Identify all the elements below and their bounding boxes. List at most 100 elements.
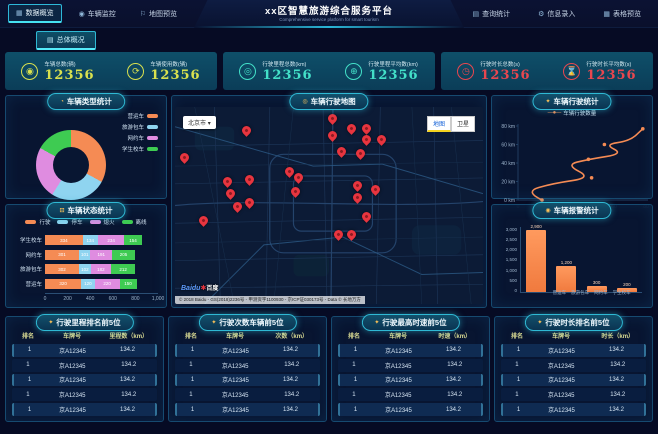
map-pin[interactable] [360, 133, 373, 147]
table-cell: 京A12345 [58, 363, 86, 370]
speed-rank-table: 排名 车牌号 时速（km） 1 京A12345 134.2 1 京A12345 134.2 1 京A… [336, 328, 485, 417]
table-cell: 1 [353, 406, 358, 413]
stat-item: ⌛ 行驶时长平均数(s) 12356 [547, 60, 653, 83]
odometer-icon: ◎ [239, 62, 257, 80]
stat-item: ◉ 车辆总数(辆) 12356 [5, 60, 111, 83]
x-tick-label: 800 [131, 296, 140, 302]
panel-vehicle-type: ◔ 车辆类型统计 营运车 旅游包车 网约车 学生校车 [5, 93, 167, 200]
map-pin[interactable] [344, 121, 358, 135]
satellite-mode-button[interactable]: 卫星 [450, 116, 475, 132]
table-row: 1 京A12345 134.2 [175, 373, 320, 387]
alarm-y-axis: 3,000 2,500 2,000 1,500 1,000 500 0 [498, 227, 520, 293]
map-pin[interactable] [335, 145, 349, 159]
nav-item-数据概览[interactable]: ▦ 数据概览 [8, 4, 62, 23]
legend-swatch [57, 220, 69, 224]
panel-title-mileage-rank: ✦ 行驶里程排名前5位 [35, 314, 134, 331]
panel-title-driving-stats: ✦ 车辆行驶统计 [532, 93, 612, 110]
bar-chart-icon: ▤ [472, 10, 480, 18]
panel-mileage-rank: ✦ 行驶里程排名前5位 排名 车牌号 里程数（km） 1 京A12345 134.2 1 京A… [5, 314, 164, 422]
legend-item: 营运车 [122, 112, 158, 120]
vehicle-type-donut-chart: 营运车 旅游包车 网约车 学生校车 [10, 108, 162, 200]
bar-segment-离线: 212 [111, 264, 136, 275]
right-column: ✦ 车辆行驶统计 —●— 车辆行驶数量 80 km 60 km 40 km 20 km… [491, 93, 653, 308]
map-pin[interactable] [350, 190, 364, 204]
map-pin[interactable] [224, 186, 238, 200]
nav-item-地图预览[interactable]: ⚐ 地图预览 [133, 4, 184, 23]
status-bar-row: 旅游包车 302 102 182 212 [12, 264, 158, 275]
map-pin[interactable] [369, 182, 383, 196]
map-region-dropdown[interactable]: 北京市 ▾ [183, 116, 216, 129]
map-pin[interactable] [353, 147, 367, 161]
table-row: 1 京A12345 134.2 [501, 388, 646, 402]
app-title-block: xx区智慧旅游综合服务平台 Comprehensive service plat… [194, 0, 464, 28]
map-pin[interactable] [221, 174, 235, 188]
y-tick-label: 1,000 [505, 267, 517, 273]
x-tick-label: 1,000 [151, 296, 165, 302]
table-cell: 134.2 [445, 347, 461, 354]
stat-value: 12356 [368, 67, 419, 83]
nav-item-信息录入[interactable]: ⚙ 信息录入 [531, 6, 582, 22]
table-cell: 1 [190, 376, 195, 383]
table-row: 1 京A12345 134.2 [175, 344, 320, 357]
map-pin[interactable] [292, 170, 306, 184]
map-pin[interactable] [360, 121, 373, 135]
baidu-map[interactable]: 北京市 ▾ 地图 卫星 Baidu✱百度 © 2018 Baidu - GS(2… [175, 107, 483, 304]
stat-label: 行驶时长平均数(s) [586, 61, 632, 68]
stat-value: 12356 [262, 67, 313, 83]
table-cell: 1 [516, 347, 521, 354]
map-pin[interactable] [230, 200, 244, 214]
table-row: 1 京A12345 134.2 [501, 403, 646, 416]
map-pin[interactable] [196, 214, 210, 228]
stat-text: 行驶时长平均数(s) 12356 [586, 60, 636, 83]
status-category-label: 旅游包车 [19, 267, 42, 274]
map-pin[interactable] [289, 184, 302, 198]
table-cell: 京A12345 [547, 363, 575, 370]
nav-item-查询统计[interactable]: ▤ 查询统计 [465, 6, 517, 22]
table-cell: 京A12345 [59, 348, 86, 355]
panel-title-vehicle-type: ◔ 车辆类型统计 [47, 93, 125, 110]
duration-rank-table: 排名 车牌号 时长（km） 1 京A12345 134.2 1 京A12345 134.2 1 京A… [499, 328, 648, 417]
table-row: 1 京A12345 134.2 [338, 403, 483, 416]
stat-label: 行驶里程总数(km) [262, 61, 307, 68]
nav-item-表格预览[interactable]: ▦ 表格预览 [596, 6, 648, 22]
y-tick-label: 2,500 [505, 237, 517, 243]
bar-value-label: 1,200 [560, 260, 572, 266]
map-pin[interactable] [326, 111, 339, 125]
table-cell: 1 [27, 376, 32, 383]
column-header: 排名 [184, 334, 197, 340]
table-cell: 134.2 [119, 376, 135, 383]
gear-icon: ⚙ [538, 10, 545, 18]
y-tick-label: 0 [514, 287, 517, 293]
stat-label: 车辆总数(辆) [44, 61, 76, 68]
map-pin[interactable] [350, 178, 364, 192]
map-pin[interactable] [332, 228, 346, 241]
title-underline [195, 26, 463, 28]
table-cell: 京A12345 [222, 348, 249, 355]
tab-overview[interactable]: ▤ 总体概况 [36, 30, 96, 50]
map-pin[interactable] [178, 151, 192, 165]
legend-label: 行驶 [39, 220, 51, 226]
bar-segment-熄火: 182 [90, 264, 112, 275]
column-header: 车牌号 [226, 334, 245, 340]
table-cell: 134.2 [445, 376, 461, 383]
bar-segment-行驶: 334 [45, 235, 83, 246]
map-pin[interactable] [239, 123, 253, 137]
column-header: 排名 [21, 334, 34, 340]
map-mode-button[interactable]: 地图 [426, 116, 451, 132]
legend-item: 旅游包车 [122, 123, 158, 131]
map-pin[interactable] [375, 133, 389, 147]
map-pin[interactable] [360, 210, 373, 224]
map-pin[interactable] [344, 228, 358, 241]
alarm-bar [526, 230, 547, 292]
map-pin[interactable] [326, 129, 339, 143]
map-pin[interactable] [243, 172, 256, 186]
stat-text: 行驶里程平均数(km) 12356 [368, 60, 418, 83]
table-cell: 134.2 [610, 362, 626, 369]
status-bar-track: 334 134 234 154 [45, 235, 158, 246]
panel-alarm-stats: ◉ 车辆报警统计 3,000 2,500 2,000 1,500 1,000 500 0 2,… [491, 202, 653, 308]
map-pin[interactable] [243, 196, 256, 210]
table-cell: 134.2 [447, 391, 463, 398]
nav-item-车辆监控[interactable]: ◉ 车辆监控 [72, 4, 123, 23]
map-pin-layer [175, 107, 483, 304]
column-header: 车牌号 [389, 334, 408, 340]
